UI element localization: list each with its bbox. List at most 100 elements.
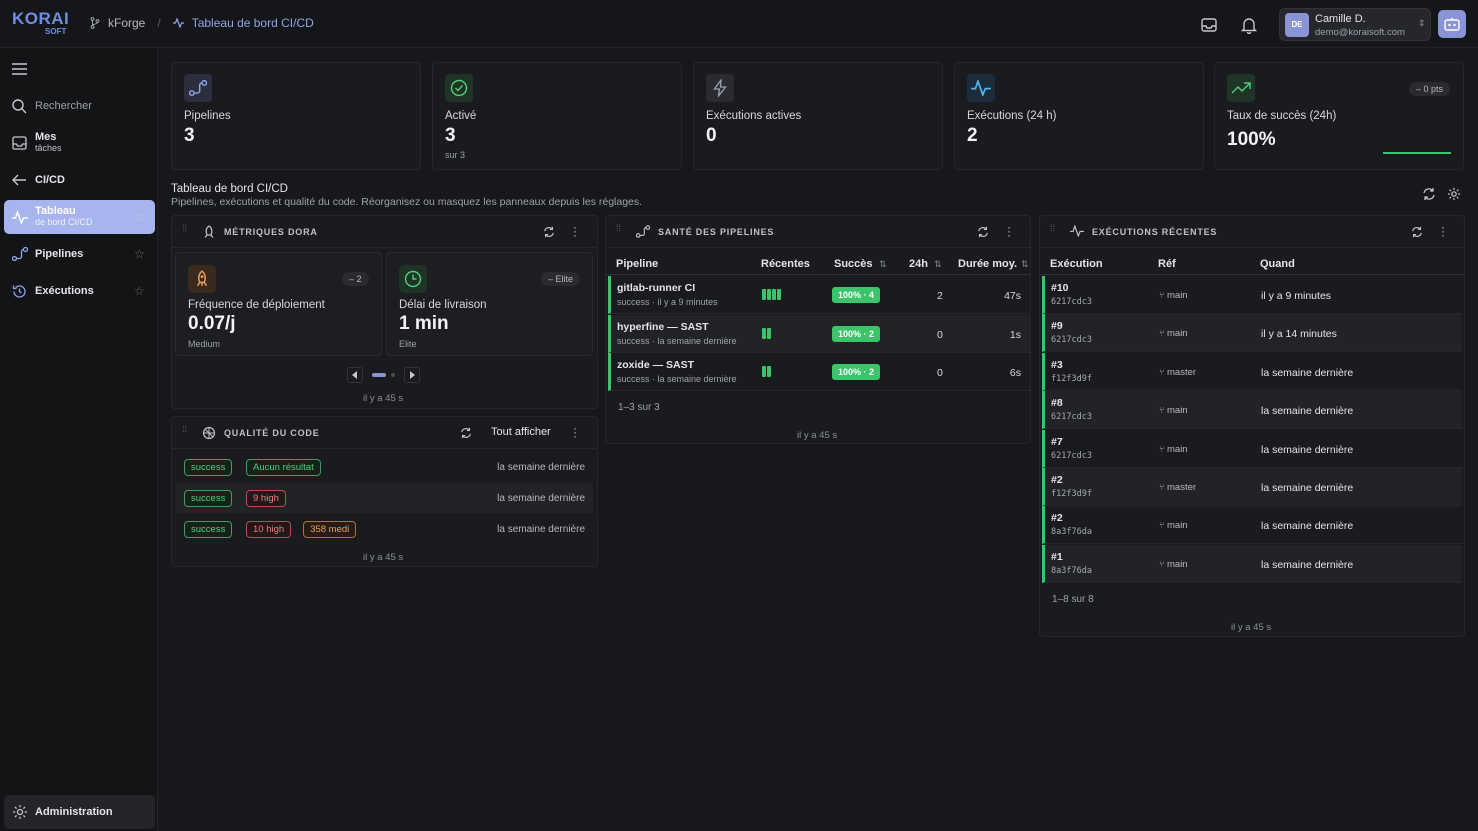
table-row[interactable]: hyperfine — SAST success · la semaine der… xyxy=(608,314,1030,353)
carousel-dot-active[interactable] xyxy=(372,373,386,377)
column-header-recent[interactable]: Récentes xyxy=(761,258,810,270)
breadcrumb: kForge / Tableau de bord CI/CD xyxy=(90,16,314,30)
more-icon[interactable]: · · · xyxy=(1441,221,1445,241)
run-id[interactable]: #3 xyxy=(1051,359,1063,371)
refresh-icon[interactable] xyxy=(977,226,989,238)
pipeline-name[interactable]: zoxide — SAST xyxy=(617,359,694,371)
table-row[interactable]: #7 6217cdc3 ⑂ main la semaine dernière xyxy=(1042,429,1462,468)
pipeline-health-panel: ⁞⁞ SANTÉ DES PIPELINES · · · Pipeline Réce… xyxy=(605,215,1031,444)
column-header-24h[interactable]: 24h xyxy=(909,258,928,270)
column-header-avg-duration[interactable]: Durée moy. xyxy=(958,258,1017,270)
bell-icon[interactable] xyxy=(1240,16,1258,34)
breadcrumb-project[interactable]: kForge xyxy=(108,16,145,30)
table-row[interactable]: #9 6217cdc3 ⑂ main il y a 14 minutes xyxy=(1042,314,1462,353)
panel-title: QUALITÉ DU CODE xyxy=(224,428,320,438)
refresh-icon[interactable] xyxy=(1411,226,1423,238)
drag-handle-icon[interactable]: ⁞⁞ xyxy=(1050,224,1056,238)
table-row[interactable]: #1 8a3f76da ⑂ main la semaine dernière xyxy=(1042,544,1462,583)
sidebar-search[interactable]: Rechercher xyxy=(4,94,155,118)
avg-duration: 1s xyxy=(1009,328,1021,341)
sidebar-item-cicd[interactable]: CI/CD xyxy=(4,168,155,192)
menu-icon[interactable] xyxy=(12,63,27,75)
table-row[interactable]: #2 f12f3d9f ⑂ master la semaine dernière xyxy=(1042,468,1462,506)
branch-icon xyxy=(90,17,100,29)
run-id[interactable]: #2 xyxy=(1051,474,1063,486)
recent-run-bar[interactable] xyxy=(767,289,771,300)
list-item[interactable]: success 10 high 358 medi la semaine dernièr… xyxy=(176,514,593,544)
commit-sha: 8a3f76da xyxy=(1051,565,1092,576)
column-header-pipeline[interactable]: Pipeline xyxy=(616,258,658,270)
assistant-icon[interactable] xyxy=(1438,10,1466,38)
branch-icon: ⑂ xyxy=(1159,520,1165,531)
list-item[interactable]: success 9 high la semaine dernière xyxy=(176,483,593,513)
table-row[interactable]: #10 6217cdc3 ⑂ main il y a 9 minutes xyxy=(1042,276,1462,314)
run-id[interactable]: #1 xyxy=(1051,551,1063,563)
inbox-icon[interactable] xyxy=(1200,16,1218,34)
pipeline-name[interactable]: hyperfine — SAST xyxy=(617,321,709,333)
gear-icon[interactable] xyxy=(1447,187,1461,201)
sidebar-item-dashboard[interactable]: Tableau de bord CI/CD ☆ xyxy=(4,200,155,234)
success-badge: 100% · 2 xyxy=(832,364,881,380)
sidebar-item-admin[interactable]: Administration xyxy=(4,795,155,829)
refresh-icon[interactable] xyxy=(460,427,472,439)
run-when: la semaine dernière xyxy=(1261,482,1354,494)
stat-label: Pipelines xyxy=(184,110,231,122)
list-item[interactable]: success Aucun résultat la semaine dernière xyxy=(176,452,593,482)
table-row[interactable]: #2 8a3f76da ⑂ main la semaine dernière xyxy=(1042,506,1462,545)
run-when: il y a 9 minutes xyxy=(1261,290,1332,302)
drag-handle-icon[interactable]: ⁞⁞ xyxy=(616,224,622,238)
run-id[interactable]: #10 xyxy=(1051,282,1069,294)
table-row[interactable]: gitlab-runner CI success · il y a 9 minut… xyxy=(608,276,1030,314)
run-when: la semaine dernière xyxy=(1261,558,1354,571)
drag-handle-icon[interactable]: ⁞⁞ xyxy=(182,224,188,238)
breadcrumb-current[interactable]: Tableau de bord CI/CD xyxy=(192,16,314,30)
ref-name: master xyxy=(1167,482,1197,493)
sparkline xyxy=(1383,152,1451,154)
more-icon[interactable]: · · · xyxy=(573,221,577,241)
star-icon[interactable]: ☆ xyxy=(134,284,145,298)
refresh-icon[interactable] xyxy=(543,226,555,238)
column-header-when[interactable]: Quand xyxy=(1260,258,1295,270)
commit-sha: 6217cdc3 xyxy=(1051,335,1092,346)
run-id[interactable]: #8 xyxy=(1051,397,1063,409)
run-id[interactable]: #9 xyxy=(1051,320,1063,332)
run-id[interactable]: #2 xyxy=(1051,512,1063,524)
recent-run-bar[interactable] xyxy=(777,289,781,300)
sort-icon[interactable]: ⇅ xyxy=(934,259,942,270)
more-icon[interactable]: · · · xyxy=(1007,221,1011,241)
column-header-execution[interactable]: Exécution xyxy=(1050,258,1103,270)
trend-badge: – 2 xyxy=(342,272,369,286)
run-id[interactable]: #7 xyxy=(1051,436,1063,448)
table-row[interactable]: zoxide — SAST success · la semaine derniè… xyxy=(608,353,1030,391)
sidebar-item-my-tasks[interactable]: Mes tâches xyxy=(4,128,155,158)
ref-name: main xyxy=(1167,443,1188,455)
recent-run-bar[interactable] xyxy=(762,327,766,339)
refresh-icon[interactable] xyxy=(1422,187,1436,201)
column-header-ref[interactable]: Réf xyxy=(1158,258,1176,270)
company-logo[interactable]: KORAI SOFT xyxy=(12,10,72,38)
star-icon[interactable]: ☆ xyxy=(134,210,145,224)
recent-run-bar[interactable] xyxy=(767,327,771,339)
sidebar-item-executions[interactable]: Exécutions ☆ xyxy=(4,279,155,303)
carousel-next-button[interactable] xyxy=(404,367,420,383)
star-icon[interactable]: ☆ xyxy=(134,247,145,261)
pipeline-name[interactable]: gitlab-runner CI xyxy=(617,282,695,294)
recent-run-bar[interactable] xyxy=(772,289,776,300)
drag-handle-icon[interactable]: ⁞⁞ xyxy=(182,425,188,439)
carousel-prev-button[interactable] xyxy=(347,367,363,383)
sidebar-item-pipelines[interactable]: Pipelines ☆ xyxy=(4,242,155,266)
column-header-success[interactable]: Succès xyxy=(834,258,873,270)
dora-card-deploy-frequency: – 2 Fréquence de déploiement 0.07/j Medi… xyxy=(175,252,382,356)
user-menu[interactable]: DE Camille D. demo@koraisoft.com ⇕ xyxy=(1279,8,1431,41)
recent-run-bar[interactable] xyxy=(762,289,766,300)
more-icon[interactable]: · · · xyxy=(573,422,577,442)
table-row[interactable]: #3 f12f3d9f ⑂ master la semaine dernière xyxy=(1042,352,1462,391)
recent-run-bar[interactable] xyxy=(767,366,771,377)
recent-run-bar[interactable] xyxy=(762,366,766,377)
table-row[interactable]: #8 6217cdc3 ⑂ main la semaine dernière xyxy=(1042,391,1462,430)
sort-icon[interactable]: ⇅ xyxy=(879,259,887,270)
show-all-button[interactable]: Tout afficher xyxy=(491,426,551,438)
sort-icon[interactable]: ⇅ xyxy=(1021,259,1029,270)
panel-header: ⁞⁞ SANTÉ DES PIPELINES · · · xyxy=(606,216,1030,248)
carousel-dot[interactable] xyxy=(391,373,395,377)
